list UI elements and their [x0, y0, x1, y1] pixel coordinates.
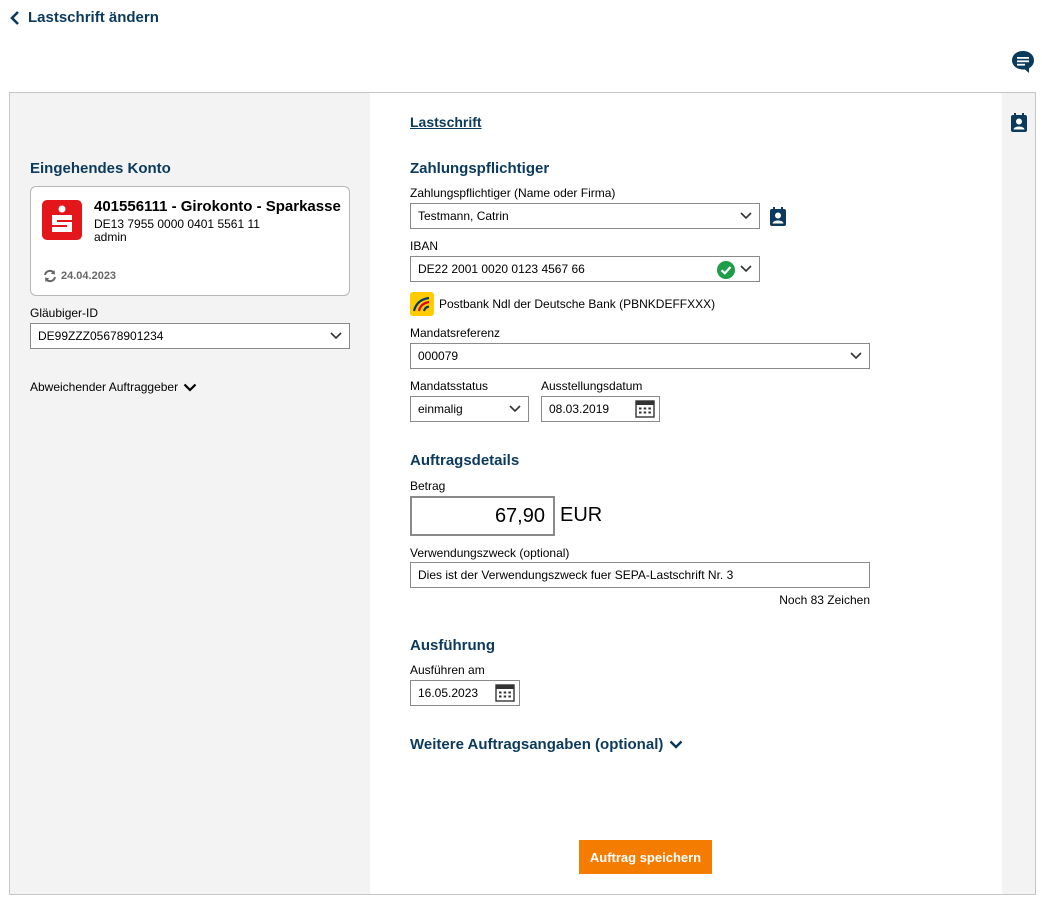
order-details-title: Auftragsdetails	[410, 452, 520, 469]
more-order-details-toggle[interactable]: Weitere Auftragsangaben (optional)	[410, 736, 683, 753]
mandate-ref-value: 000079	[418, 349, 459, 363]
calendar-icon[interactable]	[495, 684, 515, 702]
sync-date: 24.04.2023	[61, 270, 117, 282]
postbank-logo-icon	[410, 292, 434, 316]
bank-name: Postbank Ndl der Deutsche Bank	[439, 297, 616, 311]
account-iban: DE13 7955 0000 0401 5561 11	[94, 217, 260, 231]
iban-label: IBAN	[410, 239, 439, 253]
payer-section-title: Zahlungspflichtiger	[410, 160, 550, 177]
account-user: admin	[94, 230, 127, 244]
payer-name-select[interactable]: Testmann, Catrin	[410, 203, 760, 229]
check-circle-icon	[717, 261, 735, 279]
purpose-value: Dies ist der Verwendungszweck fuer SEPA-…	[418, 568, 734, 582]
abweichender-auftraggeber-toggle[interactable]: Abweichender Auftraggeber	[30, 380, 197, 394]
main-panel: Lastschrift Zahlungspflichtiger Zahlungs…	[370, 93, 1002, 894]
execution-date-value: 16.05.2023	[418, 686, 479, 700]
payer-name-value: Testmann, Catrin	[418, 209, 509, 223]
right-rail	[1002, 93, 1035, 894]
issue-date-label: Ausstellungsdatum	[541, 379, 643, 393]
account-name: 401556111 - Girokonto - Sparkasse	[94, 198, 341, 215]
mandate-status-label: Mandatsstatus	[410, 379, 489, 393]
iban-value: DE22 2001 0020 0123 4567 66	[418, 262, 585, 276]
amount-input[interactable]: 67,90	[410, 496, 555, 536]
bank-bic: (PBNKDEFFXXX)	[619, 297, 716, 311]
mandate-status-select[interactable]: einmalig	[410, 396, 529, 422]
execution-title: Ausführung	[410, 637, 495, 654]
creditor-id-label: Gläubiger-ID	[30, 306, 99, 320]
incoming-account-title: Eingehendes Konto	[30, 160, 171, 177]
chevron-down-icon	[670, 740, 683, 749]
bank-info: Postbank Ndl der Deutsche Bank (PBNKDEFF…	[439, 297, 715, 311]
issue-date-value: 08.03.2019	[549, 402, 610, 416]
currency-label: EUR	[560, 504, 603, 526]
mandate-ref-label: Mandatsreferenz	[410, 326, 501, 340]
amount-value: 67,90	[494, 504, 545, 527]
execution-date-input[interactable]: 16.05.2023	[410, 680, 520, 706]
purpose-label: Verwendungszweck (optional)	[410, 546, 570, 560]
chat-icon[interactable]	[1010, 49, 1036, 75]
tab-lastschrift[interactable]: Lastschrift	[410, 114, 482, 130]
iban-select[interactable]: DE22 2001 0020 0123 4567 66	[410, 256, 760, 282]
address-book-icon[interactable]	[1010, 113, 1028, 133]
account-card[interactable]: 401556111 - Girokonto - Sparkasse DE13 7…	[30, 186, 350, 296]
amount-label: Betrag	[410, 479, 446, 493]
page-title: Lastschrift ändern	[28, 9, 159, 26]
chevron-down-icon	[509, 405, 521, 413]
chevron-down-icon	[330, 332, 342, 340]
more-order-details-label: Weitere Auftragsangaben (optional)	[410, 736, 664, 753]
chevron-down-icon	[850, 352, 862, 360]
chevron-left-icon	[10, 10, 19, 25]
sparkasse-logo-icon	[42, 200, 82, 240]
address-book-icon[interactable]	[769, 207, 787, 227]
refresh-icon	[44, 269, 56, 283]
creditor-id-select[interactable]: DE99ZZZ05678901234	[30, 323, 350, 349]
execution-date-label: Ausführen am	[410, 663, 485, 677]
mandate-ref-select[interactable]: 000079	[410, 343, 870, 369]
calendar-icon[interactable]	[635, 400, 655, 418]
back-link[interactable]: Lastschrift ändern	[10, 9, 159, 26]
top-bar: Lastschrift ändern	[0, 0, 1042, 40]
payer-name-label: Zahlungspflichtiger (Name oder Firma)	[410, 186, 616, 200]
creditor-id-value: DE99ZZZ05678901234	[38, 329, 164, 343]
chars-left: Noch 83 Zeichen	[779, 593, 870, 607]
issue-date-input[interactable]: 08.03.2019	[541, 396, 660, 422]
account-sync: 24.04.2023	[42, 269, 116, 283]
content-frame: Eingehendes Konto 401556111 - Girokonto …	[9, 92, 1036, 895]
chevron-down-icon	[183, 383, 197, 392]
save-order-button[interactable]: Auftrag speichern	[579, 840, 712, 874]
purpose-input[interactable]: Dies ist der Verwendungszweck fuer SEPA-…	[410, 562, 870, 588]
chevron-down-icon	[740, 265, 752, 273]
mandate-status-value: einmalig	[418, 402, 463, 416]
chevron-down-icon	[740, 212, 752, 220]
abweichender-label: Abweichender Auftraggeber	[30, 380, 179, 394]
